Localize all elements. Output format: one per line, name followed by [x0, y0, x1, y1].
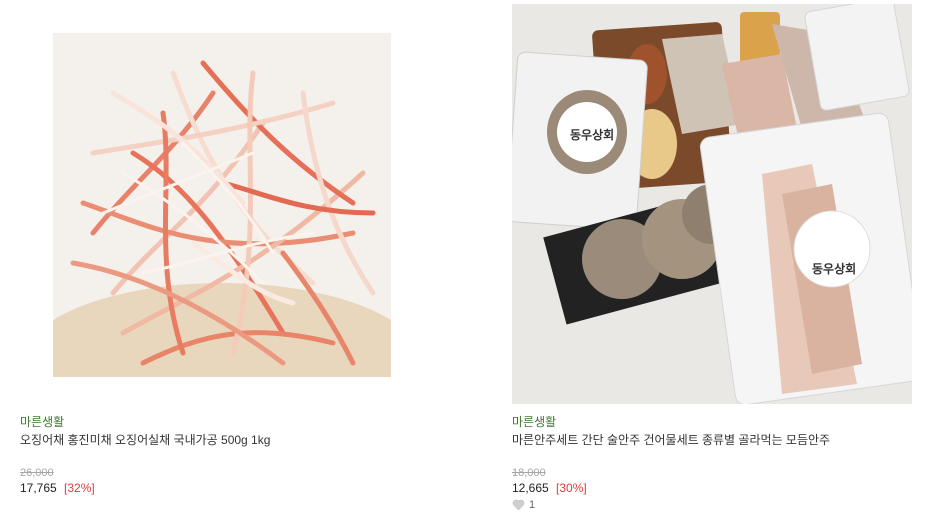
original-price: 26,000 — [20, 467, 54, 479]
wish-count: 1 — [529, 499, 536, 511]
wishlist-button[interactable]: 1 — [512, 499, 535, 511]
sale-price: 12,665 — [512, 481, 549, 495]
product-title[interactable]: 오징어채 홍진미채 오징어실채 국내가공 500g 1kg — [20, 431, 270, 448]
discount-rate: [30%] — [556, 481, 587, 495]
package-label-left: 동우상회 — [570, 128, 615, 142]
package-label-right: 동우상회 — [812, 262, 857, 276]
product-image-squid-strips[interactable] — [53, 33, 391, 377]
price-row: 12,665 [30%] — [512, 481, 587, 495]
discount-rate: [32%] — [64, 481, 95, 495]
price-row: 17,765 [32%] — [20, 481, 95, 495]
squid-strips-illustration — [53, 33, 391, 377]
heart-icon — [512, 499, 525, 511]
original-price: 18,000 — [512, 467, 546, 479]
product-image-snack-set[interactable]: 동우상회 동우상회 — [512, 4, 912, 404]
dried-fish-set-illustration — [512, 4, 912, 404]
brand-name[interactable]: 마른생활 — [20, 413, 64, 430]
product-title[interactable]: 마른안주세트 간단 술안주 건어물세트 종류별 골라먹는 모듬안주 — [512, 431, 830, 448]
brand-name[interactable]: 마른생활 — [512, 413, 556, 430]
sale-price: 17,765 — [20, 481, 57, 495]
